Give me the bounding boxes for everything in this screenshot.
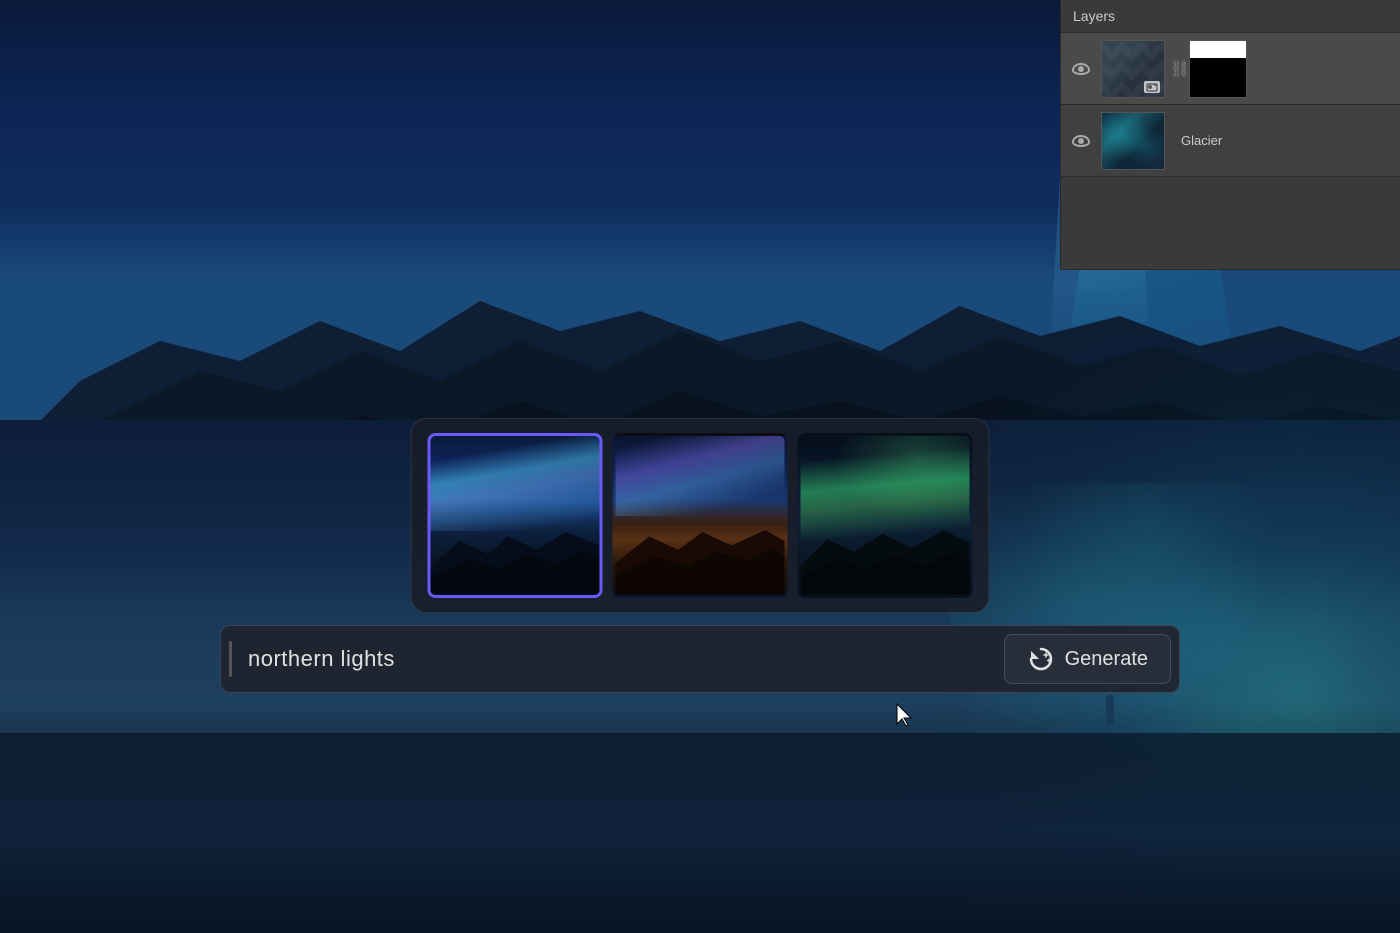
layer-thumbnail — [1101, 112, 1165, 170]
generate-input[interactable] — [240, 642, 996, 676]
preview-card[interactable] — [798, 433, 973, 598]
layer-item[interactable]: Glacier — [1061, 105, 1400, 177]
generate-button-label: Generate — [1065, 648, 1148, 671]
preview-card[interactable] — [428, 433, 603, 598]
eye-icon — [1072, 63, 1090, 75]
layer-visibility-toggle[interactable] — [1069, 57, 1093, 81]
eye-pupil — [1078, 138, 1084, 144]
layer-visibility-toggle[interactable] — [1069, 129, 1093, 153]
card-aurora-effect — [431, 436, 600, 531]
input-divider — [229, 641, 232, 677]
generate-bar-container: Generate — [220, 625, 1180, 693]
ai-preview-cards — [411, 418, 990, 613]
eye-pupil — [1078, 66, 1084, 72]
layer-thumbnail — [1101, 40, 1165, 98]
layers-panel-title: Layers — [1073, 8, 1115, 24]
sparkle-refresh-icon — [1027, 645, 1055, 673]
eye-icon — [1072, 135, 1090, 147]
layer-item[interactable]: ⛓ — [1061, 33, 1400, 105]
layer-name: Glacier — [1173, 133, 1392, 148]
layer-mask-thumbnail — [1189, 40, 1247, 98]
generate-button[interactable]: Generate — [1004, 634, 1171, 684]
preview-card[interactable] — [613, 433, 788, 598]
layers-panel: Layers ⛓ — [1060, 0, 1400, 270]
layer-type-icon — [1144, 81, 1160, 93]
water-reflection — [0, 733, 1400, 933]
layers-panel-header: Layers — [1061, 0, 1400, 33]
card-aurora-effect — [616, 436, 785, 516]
layer-link-icon: ⛓ — [1173, 57, 1187, 81]
generate-bar: Generate — [220, 625, 1180, 693]
